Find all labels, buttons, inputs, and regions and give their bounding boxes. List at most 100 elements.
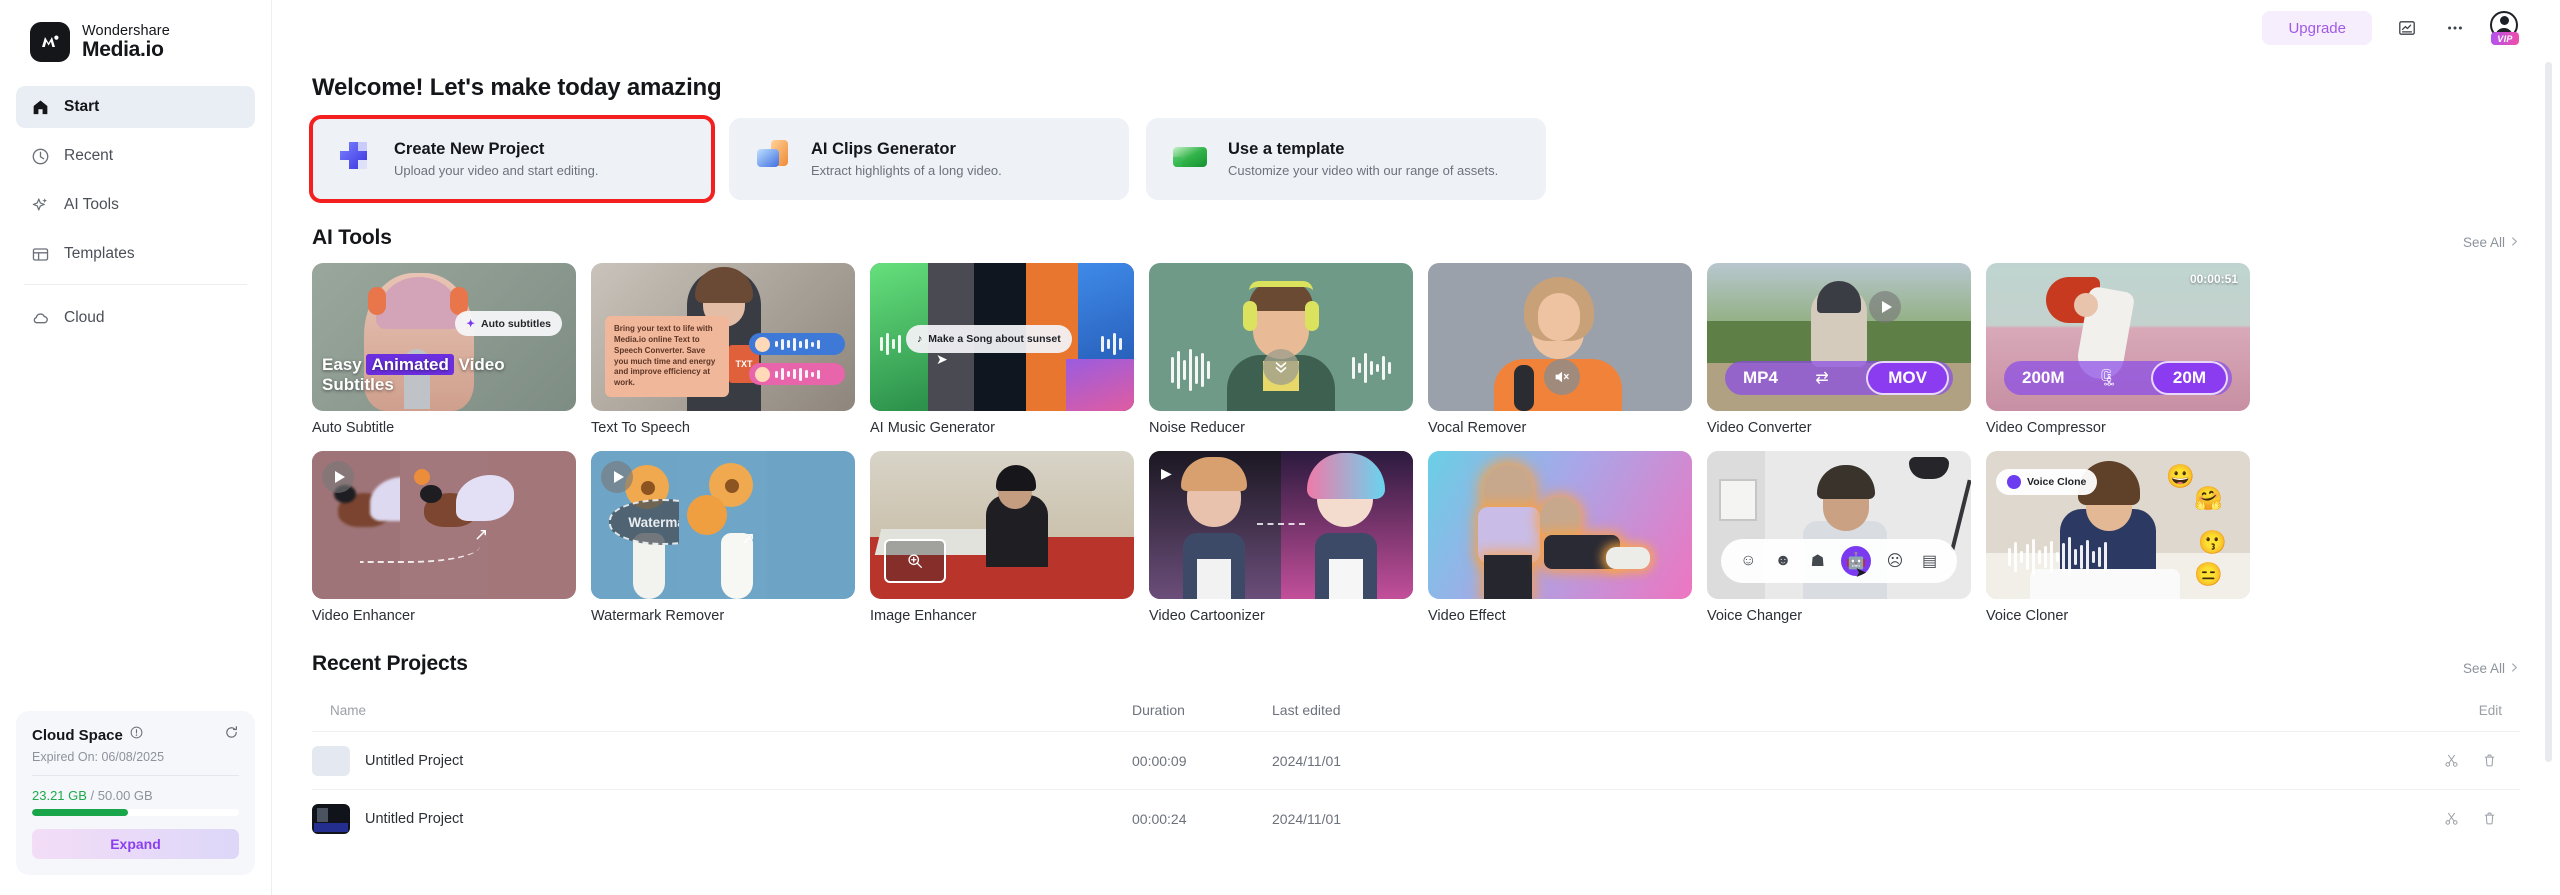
sidebar-item-cloud[interactable]: Cloud <box>16 297 255 339</box>
plus-tile-icon <box>334 135 378 184</box>
tool-label: Video Converter <box>1707 420 1812 436</box>
tts-voice-row-blue <box>749 333 845 355</box>
tool-label: Vocal Remover <box>1428 420 1527 436</box>
overlay-pill-label: Make a Song about sunset <box>928 333 1061 345</box>
cloud-divider <box>32 775 239 776</box>
recent-projects-section-title: Recent Projects <box>312 652 468 675</box>
more-horizontal-icon[interactable] <box>2442 15 2468 41</box>
voice-preset-ghost-icon[interactable]: ☹ <box>1884 550 1906 572</box>
tool-card-watermark-remover[interactable]: Watermark ↗ Watermark Remover <box>591 451 855 624</box>
tool-thumbnail: ✦ Auto subtitles Easy Animated Video Sub… <box>312 263 576 411</box>
tool-card-video-converter[interactable]: MP4 ⇄ MOV Video Converter <box>1707 263 1971 436</box>
cloud-used-value: 23.21 GB <box>32 788 87 803</box>
voice-preset-man-icon[interactable]: ☗ <box>1807 550 1829 572</box>
zoom-box <box>884 539 946 583</box>
tool-card-voice-cloner[interactable]: Voice Clone 😀 🤗 😗 😑 Voice Cloner <box>1986 451 2250 624</box>
tool-card-text-to-speech[interactable]: Bring your text to life with Media.io on… <box>591 263 855 436</box>
format-from: MP4 <box>1743 368 1778 387</box>
home-icon <box>30 97 51 118</box>
voice-preset-alien-icon[interactable]: ☺ <box>1737 550 1759 572</box>
scissors-icon[interactable] <box>2438 806 2464 832</box>
use-a-template-card[interactable]: Use a template Customize your video with… <box>1146 118 1546 200</box>
waveform-left <box>1171 349 1210 391</box>
cloud-space-card: Cloud Space Expired On: 06/08/2025 23.21… <box>16 711 255 875</box>
sidebar-item-label: AI Tools <box>64 196 119 213</box>
project-last-edited: 2024/11/01 <box>1272 752 1342 769</box>
trash-icon[interactable] <box>2476 806 2502 832</box>
tool-card-video-effect[interactable]: Video Effect <box>1428 451 1692 624</box>
sidebar-item-templates[interactable]: Templates <box>16 233 255 275</box>
brand-bottom-text: Media.io <box>82 37 164 61</box>
chevron-right-icon <box>2509 661 2520 676</box>
project-duration: 00:00:09 <box>1132 752 1187 769</box>
voice-clone-dot-icon <box>2007 475 2021 489</box>
cloud-space-title: Cloud Space <box>32 726 123 744</box>
feedback-icon[interactable] <box>2394 15 2420 41</box>
size-from: 200M <box>2022 368 2065 387</box>
sidebar-item-start[interactable]: Start <box>16 86 255 128</box>
tool-thumbnail: ▶ <box>1149 451 1413 599</box>
upgrade-button[interactable]: Upgrade <box>2262 11 2372 45</box>
vertical-scrollbar[interactable] <box>2545 62 2552 762</box>
tool-label: Text To Speech <box>591 420 690 436</box>
tool-card-video-compressor[interactable]: 00:00:51 200M 🗜 20M Video Compressor <box>1986 263 2250 436</box>
tool-card-image-enhancer[interactable]: Image Enhancer <box>870 451 1134 624</box>
emoji-kissing-icon: 😗 <box>2198 529 2227 555</box>
ai-clips-generator-card[interactable]: AI Clips Generator Extract highlights of… <box>729 118 1129 200</box>
chevron-right-icon <box>2509 235 2520 250</box>
compress-icon: 🗜 <box>2097 370 2118 387</box>
info-icon[interactable] <box>130 726 143 744</box>
tool-card-video-enhancer[interactable]: ↗ Video Enhancer <box>312 451 576 624</box>
clips-tile-icon <box>751 135 795 184</box>
scissors-icon[interactable] <box>2438 748 2464 774</box>
tool-card-vocal-remover[interactable]: Vocal Remover <box>1428 263 1692 436</box>
tool-label: Watermark Remover <box>591 608 725 624</box>
voice-preset-radio-icon[interactable]: ▤ <box>1919 550 1941 572</box>
sidebar-item-ai-tools[interactable]: AI Tools <box>16 184 255 226</box>
tool-thumbnail: Bring your text to life with Media.io on… <box>591 263 855 411</box>
recent-projects-see-all-link[interactable]: See All <box>2463 661 2520 676</box>
trash-icon[interactable] <box>2476 748 2502 774</box>
see-all-label: See All <box>2462 661 2505 676</box>
voice-preset-woman-icon[interactable]: ☻ <box>1772 550 1794 572</box>
waveform <box>2008 537 2107 577</box>
cloud-total-value: 50.00 GB <box>97 788 153 803</box>
project-name: Untitled Project <box>365 810 464 827</box>
dashed-connector <box>1257 523 1305 525</box>
thumb-caption: Easy Animated Video Subtitles <box>322 354 576 395</box>
avatar[interactable]: VIP <box>2490 11 2520 45</box>
tool-label: Video Effect <box>1428 608 1506 624</box>
expand-storage-button[interactable]: Expand <box>32 829 239 859</box>
emoji-neutral-icon: 😑 <box>2194 561 2223 587</box>
table-row[interactable]: Untitled Project 00:00:24 2024/11/01 <box>312 789 2520 847</box>
tool-card-auto-subtitle[interactable]: ✦ Auto subtitles Easy Animated Video Sub… <box>312 263 576 436</box>
sidebar-item-label: Recent <box>64 147 114 164</box>
feature-card-subtitle: Customize your video with our range of a… <box>1228 163 1499 178</box>
content-area: Welcome! Let's make today amazing Create… <box>272 74 2560 847</box>
speaker-mute-icon <box>1555 371 1569 383</box>
tool-card-noise-reducer[interactable]: Noise Reducer <box>1149 263 1413 436</box>
cloud-icon <box>30 308 51 329</box>
main-content: Upgrade VIP Welcome! Let's make today am… <box>272 0 2560 895</box>
refresh-icon[interactable] <box>224 725 239 745</box>
waveform-right <box>1352 353 1391 383</box>
cloud-usage-bar <box>32 809 239 816</box>
sidebar-item-recent[interactable]: Recent <box>16 135 255 177</box>
tool-thumbnail <box>870 451 1134 599</box>
avatar-head-shape <box>2499 16 2509 25</box>
tool-card-voice-changer[interactable]: ☺ ☻ ☗ 🤖 ☹ ▤ ➤ Voice Changer <box>1707 451 1971 624</box>
tool-card-video-cartoonizer[interactable]: ▶ Video Cartoonizer <box>1149 451 1413 624</box>
play-icon <box>601 461 633 493</box>
tool-thumbnail <box>1428 263 1692 411</box>
ai-tools-see-all-link[interactable]: See All <box>2463 235 2520 250</box>
magnifier-icon <box>908 554 922 568</box>
sparkle-icon <box>30 195 51 216</box>
tool-card-ai-music-generator[interactable]: ♪ Make a Song about sunset ➤ AI Music Ge… <box>870 263 1134 436</box>
create-new-project-card[interactable]: Create New Project Upload your video and… <box>309 115 715 203</box>
play-icon <box>322 461 354 493</box>
column-header-edit: Edit <box>2478 702 2502 718</box>
overlay-pill: ✦ Auto subtitles <box>455 311 562 336</box>
tool-label: Image Enhancer <box>870 608 977 624</box>
table-row[interactable]: Untitled Project 00:00:09 2024/11/01 <box>312 731 2520 789</box>
